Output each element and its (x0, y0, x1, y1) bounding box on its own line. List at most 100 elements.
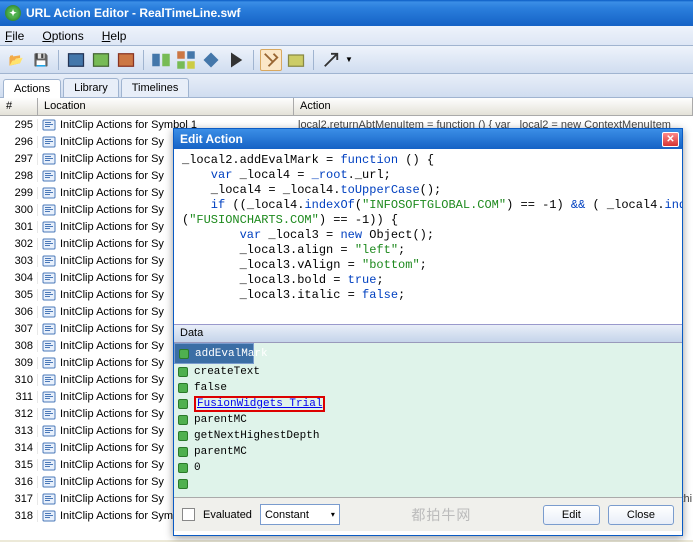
tab-timelines[interactable]: Timelines (121, 78, 190, 97)
close-button[interactable]: Close (608, 505, 674, 525)
row-num: 306 (0, 306, 38, 318)
script-icon (42, 441, 56, 455)
data-row[interactable]: parentMC (174, 444, 682, 460)
row-num: 308 (0, 340, 38, 352)
edit-action-dialog: Edit Action ✕ _local2.addEvalMark = func… (173, 128, 683, 536)
data-pane[interactable]: addEvalMark createText false FusionWidgets … (174, 343, 682, 497)
script-icon (42, 203, 56, 217)
bullet-icon (178, 399, 188, 409)
data-row[interactable]: createText (174, 364, 682, 380)
script-icon (42, 169, 56, 183)
row-num: 315 (0, 459, 38, 471)
data-text: parentMC (194, 414, 247, 426)
save-icon[interactable]: 💾 (30, 49, 52, 71)
window-titlebar: ✦ URL Action Editor - RealTimeLine.swf (0, 0, 693, 26)
script-icon (42, 305, 56, 319)
script-icon (42, 492, 56, 506)
tool-btn-4[interactable] (150, 49, 172, 71)
script-icon (42, 322, 56, 336)
col-action[interactable]: Action (294, 98, 693, 115)
data-text: getNextHighestDepth (194, 430, 319, 442)
row-num: 307 (0, 323, 38, 335)
data-row[interactable]: false (174, 380, 682, 396)
data-row[interactable]: 0 (174, 460, 682, 476)
row-num: 313 (0, 425, 38, 437)
script-icon (42, 135, 56, 149)
app-icon: ✦ (5, 5, 21, 21)
data-row[interactable]: getNextHighestDepth (174, 428, 682, 444)
row-num: 298 (0, 170, 38, 182)
tool-btn-5[interactable] (175, 49, 197, 71)
row-num: 301 (0, 221, 38, 233)
script-icon (42, 186, 56, 200)
menu-options[interactable]: Options (42, 29, 83, 43)
chevron-down-icon: ▾ (331, 510, 335, 519)
script-icon (42, 254, 56, 268)
data-text: createText (194, 366, 260, 378)
data-row[interactable]: addEvalMark (174, 343, 254, 364)
data-text: 0 (194, 462, 201, 474)
row-num: 300 (0, 204, 38, 216)
bullet-icon (179, 349, 189, 359)
tool-btn-7[interactable] (260, 49, 282, 71)
tab-actions[interactable]: Actions (3, 79, 61, 98)
external-icon[interactable] (320, 49, 342, 71)
script-icon (42, 356, 56, 370)
bullet-icon (178, 447, 188, 457)
dialog-titlebar[interactable]: Edit Action ✕ (174, 129, 682, 149)
row-num: 314 (0, 442, 38, 454)
col-num[interactable]: # (0, 98, 38, 115)
script-icon (42, 390, 56, 404)
code-pane[interactable]: _local2.addEvalMark = function () { var … (174, 149, 682, 325)
script-icon (42, 424, 56, 438)
toolbar: 📂 💾 ▼ (0, 46, 693, 74)
row-num: 297 (0, 153, 38, 165)
data-text: addEvalMark (195, 348, 268, 360)
tool-btn-2[interactable] (90, 49, 112, 71)
evaluated-checkbox[interactable] (182, 508, 195, 521)
separator (58, 50, 59, 70)
dialog-footer: Evaluated Constant ▾ 都拍牛网 Edit Close (174, 497, 682, 531)
row-num: 302 (0, 238, 38, 250)
data-text: FusionWidgets Trial (194, 398, 332, 410)
tab-library[interactable]: Library (63, 78, 119, 97)
col-location[interactable]: Location (38, 98, 294, 115)
row-num: 304 (0, 272, 38, 284)
bullet-icon (178, 431, 188, 441)
script-icon (42, 407, 56, 421)
tool-btn-6[interactable] (200, 49, 222, 71)
tool-btn-8[interactable] (285, 49, 307, 71)
menu-help[interactable]: Help (102, 29, 127, 43)
data-row[interactable]: parentMC (174, 412, 682, 428)
open-icon[interactable]: 📂 (5, 49, 27, 71)
play-icon[interactable] (225, 49, 247, 71)
dialog-title: Edit Action (180, 132, 243, 146)
row-num: 303 (0, 255, 38, 267)
tool-btn-1[interactable] (65, 49, 87, 71)
watermark: 都拍牛网 (348, 505, 535, 525)
script-icon (42, 237, 56, 251)
edit-button[interactable]: Edit (543, 505, 600, 525)
grid-header: # Location Action (0, 98, 693, 116)
script-icon (42, 118, 56, 132)
script-icon (42, 458, 56, 472)
separator (253, 50, 254, 70)
menu-file[interactable]: File (5, 29, 24, 43)
tool-btn-3[interactable] (115, 49, 137, 71)
row-num: 318 (0, 510, 38, 522)
menubar: File Options Help (0, 26, 693, 46)
script-icon (42, 271, 56, 285)
evaluated-label: Evaluated (203, 509, 252, 521)
data-row[interactable]: FusionWidgets Trial (174, 396, 682, 412)
type-select[interactable]: Constant ▾ (260, 504, 340, 525)
script-icon (42, 475, 56, 489)
script-icon (42, 152, 56, 166)
bullet-icon (178, 367, 188, 377)
window-title: URL Action Editor - RealTimeLine.swf (26, 6, 240, 20)
row-num: 295 (0, 119, 38, 131)
close-icon[interactable]: ✕ (662, 132, 679, 147)
data-row[interactable] (174, 476, 682, 492)
separator (313, 50, 314, 70)
tabstrip: Actions Library Timelines (0, 74, 693, 98)
dropdown-arrow-icon[interactable]: ▼ (345, 55, 353, 64)
